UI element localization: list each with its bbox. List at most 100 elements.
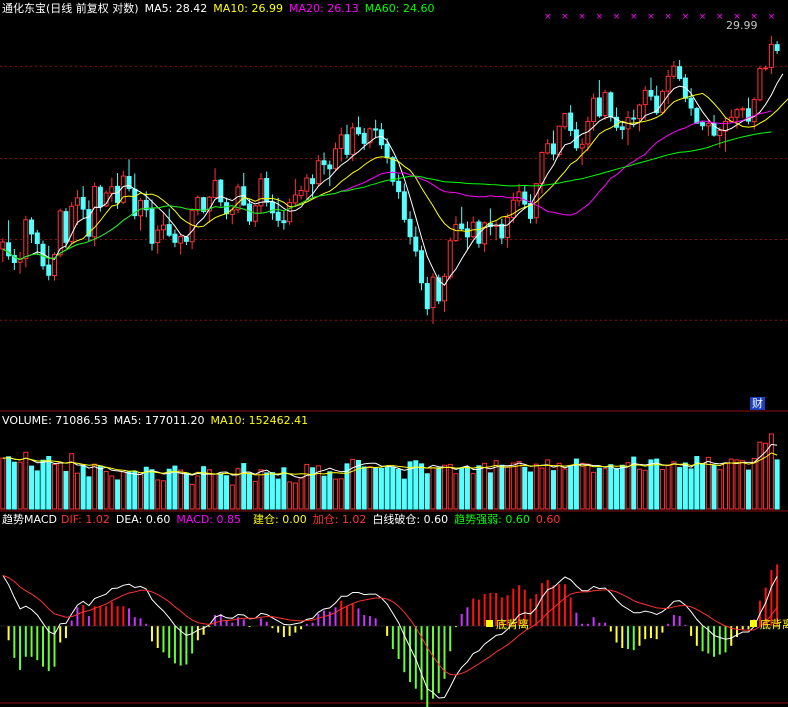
volume-bar: [34, 470, 40, 510]
volume-bar: [619, 464, 625, 510]
divergence-label: 底背离: [496, 618, 529, 631]
candle-body: [619, 126, 625, 130]
candle-body: [740, 108, 746, 111]
volume-bar: [459, 467, 465, 510]
divergence-label: 底背离: [760, 618, 788, 631]
candle-body: [218, 179, 224, 203]
volume-bar: [74, 472, 80, 510]
volume-bar: [470, 473, 476, 510]
candle-body: [665, 75, 671, 92]
volume-bar: [206, 469, 212, 510]
volume-bar: [23, 451, 29, 510]
volume-bar: [579, 462, 585, 510]
candle-body: [361, 132, 367, 144]
volume-bar: [287, 481, 293, 510]
volume-bar: [700, 463, 706, 510]
candle-body: [419, 250, 425, 284]
candle-body: [711, 122, 717, 136]
macd-indicator-name: 趋势MACD: [2, 513, 57, 526]
volume-bar: [665, 464, 671, 510]
candle-body: [550, 143, 556, 155]
candle-body: [516, 191, 522, 202]
baixian-key: 白线破仓:: [372, 513, 421, 526]
volume-bar: [596, 467, 602, 510]
candle-body: [0, 241, 6, 250]
candle-body: [355, 127, 361, 135]
volume-bar: [550, 470, 556, 510]
candle-body: [591, 97, 597, 122]
candle-body: [751, 99, 757, 123]
volume-bar: [132, 470, 138, 510]
volume-bar: [688, 468, 694, 510]
volume-bar: [487, 472, 493, 510]
volume-bar: [138, 472, 144, 510]
volume-bar: [109, 475, 115, 510]
last-value: 0.60: [535, 513, 561, 526]
volume-bar: [338, 478, 344, 510]
finance-icon[interactable]: 财: [750, 397, 765, 410]
candle-body: [97, 186, 103, 208]
volume-bar: [740, 460, 746, 510]
volume-bar: [453, 473, 459, 510]
candle-body: [201, 197, 207, 212]
candle-body: [688, 97, 694, 109]
candle-body: [292, 194, 298, 204]
volume-bar: [436, 467, 442, 510]
candle-body: [677, 66, 683, 80]
candle-body: [63, 211, 69, 243]
candle-body: [407, 218, 413, 238]
candle-body: [338, 134, 344, 149]
volume-bar: [321, 475, 327, 510]
volume-bar: [241, 463, 247, 510]
volume-ma10-readout: MA10: 152462.41: [210, 414, 309, 427]
volume-bar: [224, 475, 230, 510]
volume-bar: [390, 466, 396, 510]
volume-bar: [126, 471, 132, 510]
candle-body: [178, 236, 184, 244]
volume-bar: [419, 463, 425, 510]
volume-bar: [269, 472, 275, 510]
volume-bar: [17, 461, 23, 510]
volume-bar: [677, 467, 683, 510]
volume-bar: [160, 480, 166, 510]
candle-body: [768, 43, 774, 68]
signal-marker: ×: [596, 12, 604, 22]
dif-line: [2, 575, 778, 699]
candle-body: [441, 275, 447, 302]
candle-body: [424, 283, 430, 310]
volume-bar: [608, 464, 614, 510]
signal-marker: ×: [578, 12, 586, 22]
volume-bar: [585, 463, 591, 510]
volume-bar: [298, 477, 304, 510]
volume-bar: [46, 456, 52, 510]
signal-marker: ×: [561, 12, 569, 22]
volume-bar: [757, 441, 763, 510]
baixian-value: 0.60: [423, 513, 449, 526]
volume-bar: [6, 456, 12, 510]
signal-marker: ×: [613, 12, 621, 22]
macd-panel-header: 趋势MACD DIF: 1.02 DEA: 0.60 MACD: 0.85 建仓: 0.…: [2, 513, 566, 526]
volume-bar: [103, 470, 109, 510]
candle-body: [298, 190, 304, 197]
volume-bar: [92, 463, 98, 510]
candle-body: [757, 67, 763, 101]
candle-body: [155, 229, 161, 244]
main-panel-header: 通化东宝(日线 前复权 对数) MA5: 28.42 MA10: 26.99 MA20…: [2, 2, 440, 15]
qushi-key: 趋势强弱:: [454, 513, 502, 526]
volume-panel-header: VOLUME: 71086.53 MA5: 177011.20 MA10: 1524…: [2, 414, 314, 427]
volume-bar: [258, 469, 264, 510]
candle-body: [344, 134, 350, 155]
volume-bar: [155, 479, 161, 510]
volume-bar: [246, 472, 252, 510]
divergence-marker: [486, 620, 493, 627]
candle-body: [315, 160, 321, 185]
volume-bar: [659, 469, 665, 510]
volume-bar: [625, 462, 631, 510]
candle-body: [23, 219, 29, 260]
candle-body: [92, 186, 98, 238]
divergence-marker: [750, 620, 757, 627]
volume-bar: [51, 463, 57, 510]
candle-body: [510, 199, 516, 218]
volume-bar: [447, 463, 453, 510]
volume-bar: [430, 467, 436, 510]
